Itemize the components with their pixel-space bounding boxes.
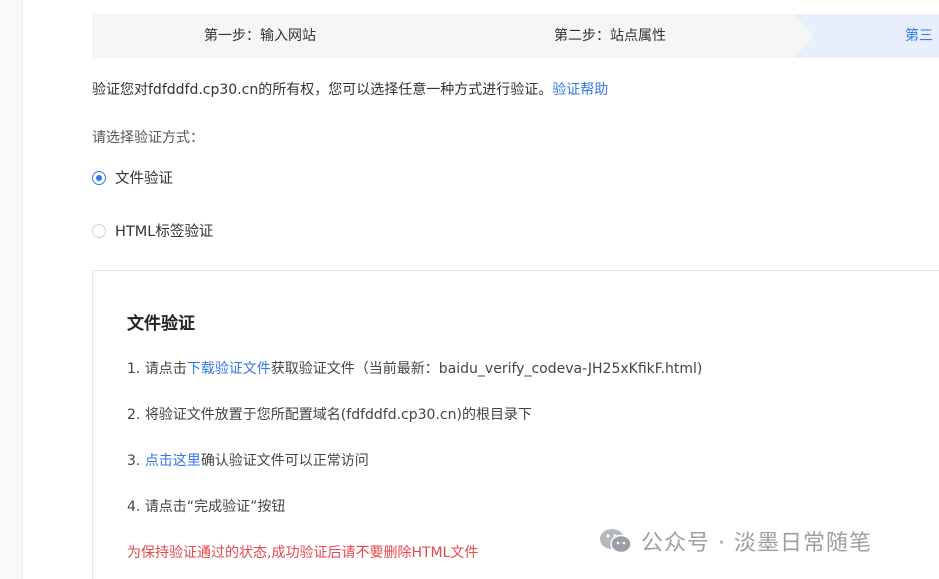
step-2-number: 2. [127, 407, 141, 423]
intro-text: 验证您对fdfddfd.cp30.cn的所有权，您可以选择任意一种方式进行验证。 [92, 82, 553, 98]
verification-page: 第一步：输入网站 第二步：站点属性 第三步 验证您对fdfddfd.cp30.c… [0, 0, 939, 579]
step-progress-bar: 第一步：输入网站 第二步：站点属性 第三步 [92, 14, 939, 58]
html-tag-method-radio[interactable] [92, 223, 106, 238]
instruction-step-1: 1. 请点击下载验证文件获取验证文件（当前最新：baidu_verify_cod… [127, 358, 702, 378]
step-3-suffix: 确认验证文件可以正常访问 [200, 453, 369, 469]
method-option-file[interactable]: 文件验证 [92, 167, 173, 188]
step-1-number: 1. [127, 361, 141, 377]
instruction-step-4: 4. 请点击“完成验证”按钮 [127, 496, 285, 516]
panel-title: 文件验证 [127, 314, 195, 334]
step-1-suffix: 获取验证文件（当前最新：baidu_verify_codeva-JH25xKfi… [270, 361, 703, 377]
method-prompt: 请选择验证方式： [92, 130, 204, 146]
step-1-label: 第一步：输入网站 [204, 28, 316, 44]
verify-help-link[interactable]: 验证帮助 [552, 82, 608, 98]
step-3-label: 第三步 [905, 28, 933, 44]
file-method-radio[interactable] [92, 170, 106, 185]
download-verify-file-link[interactable]: 下载验证文件 [187, 361, 271, 377]
keep-file-warning: 为保持验证通过的状态,成功验证后请不要删除HTML文件 [127, 545, 479, 561]
step-2-text: 将验证文件放置于您所配置域名(fdfddfd.cp30.cn)的根目录下 [144, 407, 532, 423]
instruction-step-2: 2. 将验证文件放置于您所配置域名(fdfddfd.cp30.cn)的根目录下 [127, 404, 532, 424]
file-method-label: 文件验证 [115, 171, 173, 187]
ownership-intro: 验证您对fdfddfd.cp30.cn的所有权，您可以选择任意一种方式进行验证。… [92, 79, 608, 99]
instruction-step-3: 3. 点击这里确认验证文件可以正常访问 [127, 450, 369, 470]
check-here-link[interactable]: 点击这里 [145, 453, 201, 469]
wechat-icon [600, 529, 632, 554]
step-4-number: 4. [127, 499, 141, 515]
step-2-label: 第二步：站点属性 [554, 28, 666, 44]
left-sidebar-edge [0, 0, 23, 579]
method-option-html-tag[interactable]: HTML标签验证 [92, 220, 213, 241]
step-1-prefix: 请点击 [144, 361, 187, 377]
step-4-text: 请点击“完成验证”按钮 [144, 499, 286, 515]
watermark-text: 公众号 · 淡墨日常随笔 [641, 531, 872, 556]
html-tag-method-label: HTML标签验证 [115, 224, 214, 240]
watermark: 公众号 · 淡墨日常随笔 [599, 525, 872, 557]
step-3-number: 3. [127, 453, 141, 469]
